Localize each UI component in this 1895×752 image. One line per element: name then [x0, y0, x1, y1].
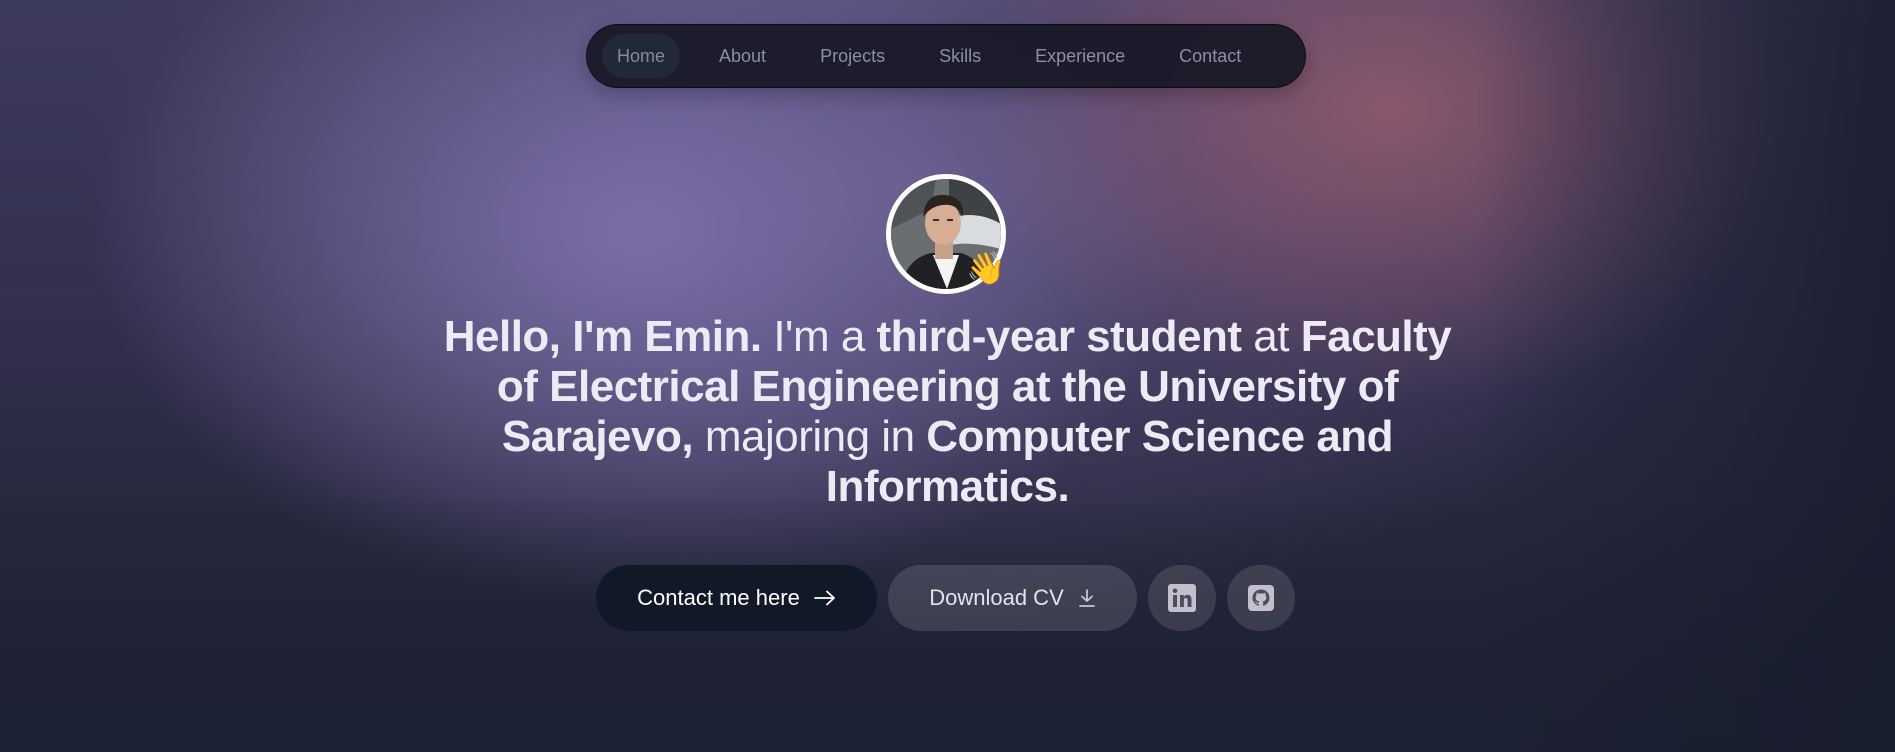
arrow-right-icon [813, 590, 836, 606]
headline-text: I'm a [761, 312, 877, 361]
nav-item-label: About [719, 45, 767, 66]
nav-item-contact[interactable]: Contact [1164, 34, 1256, 78]
nav-item-home[interactable]: Home [602, 34, 681, 78]
linkedin-button[interactable] [1148, 565, 1216, 631]
headline-role: third-year student [876, 312, 1243, 361]
contact-button[interactable]: Contact me here [596, 565, 877, 631]
nav-item-projects[interactable]: Projects [805, 34, 900, 78]
hero-actions: Contact me here Download CV [596, 565, 1295, 631]
background-right-shade [1475, 0, 1895, 752]
nav-item-label: Contact [1179, 45, 1242, 66]
waving-hand-icon: 👋 [966, 250, 1006, 286]
profile-avatar: 👋 [886, 174, 1006, 294]
linkedin-icon [1168, 584, 1196, 612]
contact-button-label: Contact me here [637, 585, 800, 610]
nav-item-about[interactable]: About [704, 34, 781, 78]
github-icon [1248, 585, 1274, 611]
download-icon [1078, 588, 1096, 608]
nav-item-label: Skills [939, 45, 982, 66]
headline-text: at [1241, 312, 1301, 361]
nav-item-label: Experience [1035, 45, 1126, 66]
headline-text: majoring in [693, 412, 927, 461]
hero-headline: Hello, I'm Emin. I'm a third-year studen… [440, 312, 1455, 512]
github-button[interactable] [1227, 565, 1295, 631]
nav-item-experience[interactable]: Experience [1020, 34, 1140, 78]
nav-item-skills[interactable]: Skills [924, 34, 996, 78]
download-cv-button[interactable]: Download CV [888, 565, 1137, 631]
top-navigation: Home About Projects Skills Experience Co… [586, 24, 1306, 88]
nav-item-label: Home [617, 45, 666, 66]
headline-greeting: Hello, I'm Emin. [443, 312, 762, 361]
download-cv-label: Download CV [929, 585, 1064, 610]
nav-item-label: Projects [820, 45, 886, 66]
